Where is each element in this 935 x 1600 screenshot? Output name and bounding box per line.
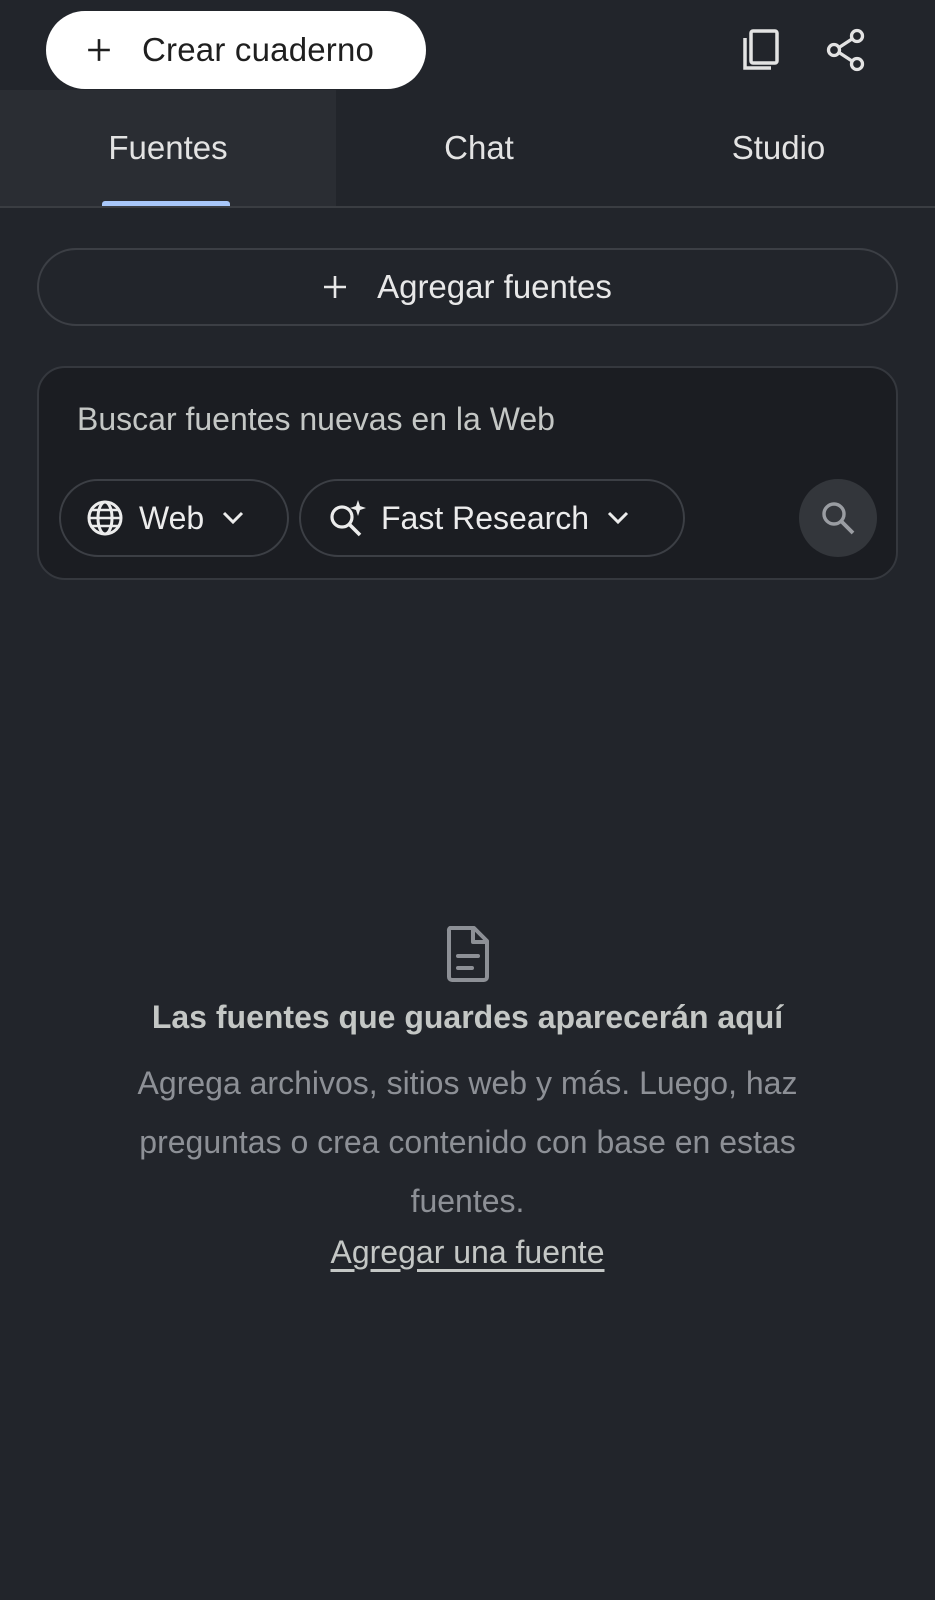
search-icon <box>822 502 855 535</box>
tab-bar: Fuentes Chat Studio <box>0 90 935 208</box>
source-type-dropdown[interactable]: Web <box>59 479 289 557</box>
empty-sources-state: Las fuentes que guardes aparecerán aquí … <box>0 925 935 1271</box>
copy-icon <box>743 29 779 70</box>
top-bar: Crear cuaderno <box>0 0 935 90</box>
plus-icon <box>324 276 347 298</box>
add-sources-label: Agregar fuentes <box>377 268 612 305</box>
plus-icon <box>88 39 110 61</box>
search-submit-button[interactable] <box>799 479 877 557</box>
empty-state-description: Agrega archivos, sitios web y más. Luego… <box>137 1065 798 1219</box>
globe-icon <box>87 500 123 536</box>
research-mode-label: Fast Research <box>381 499 590 536</box>
research-mode-dropdown[interactable]: Fast Research <box>299 479 685 557</box>
chevron-down-icon <box>223 511 244 525</box>
tab-chat[interactable]: Chat <box>336 90 622 206</box>
document-icon <box>446 926 489 982</box>
tab-studio-label: Studio <box>731 129 826 166</box>
source-type-label: Web <box>139 499 205 536</box>
tab-fuentes[interactable]: Fuentes <box>0 90 336 206</box>
chevron-down-icon <box>608 511 629 525</box>
tab-fuentes-label: Fuentes <box>108 129 228 166</box>
add-sources-button[interactable]: Agregar fuentes <box>37 248 898 326</box>
add-source-link[interactable]: Agregar una fuente <box>331 1234 605 1271</box>
sparkle-search-icon <box>330 500 366 537</box>
empty-state-title: Las fuentes que guardes aparecerán aquí <box>151 999 784 1035</box>
share-icon <box>826 28 865 72</box>
web-search-input[interactable] <box>75 388 819 450</box>
tab-chat-label: Chat <box>444 129 514 166</box>
copy-button[interactable] <box>733 22 789 78</box>
create-notebook-button[interactable]: Crear cuaderno <box>46 11 426 89</box>
web-search-card: Web Fast Research <box>37 366 898 580</box>
create-notebook-label: Crear cuaderno <box>142 31 375 68</box>
active-tab-indicator <box>102 201 230 206</box>
share-button[interactable] <box>818 22 874 78</box>
tab-studio[interactable]: Studio <box>622 90 935 206</box>
